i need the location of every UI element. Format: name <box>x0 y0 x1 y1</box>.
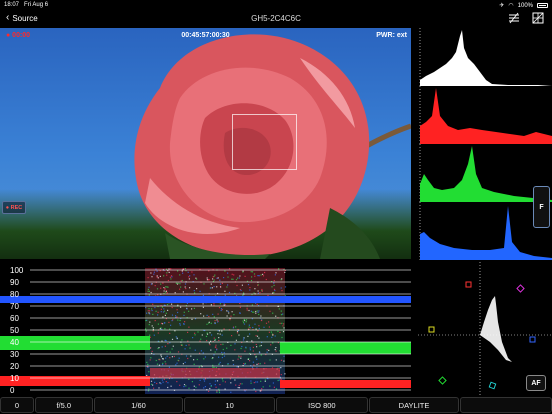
status-bar: 18:07 Fri Aug 6 ✈ ◠ 100% <box>0 0 552 10</box>
vectorscope-trace <box>480 296 512 362</box>
autofocus-button[interactable]: AF <box>526 375 546 391</box>
camera-settings-bar: 0 f/5.0 1/60 10 ISO 800 DAYLITE <box>0 396 552 414</box>
shutter-button[interactable]: 1/60 <box>93 397 184 413</box>
record-button[interactable]: ● REC <box>2 201 26 214</box>
waveform-tick-label: 40 <box>10 338 19 347</box>
rose-image <box>134 34 411 259</box>
red-histogram <box>418 86 552 144</box>
waveform-tick-label: 20 <box>10 362 19 371</box>
video-monitor[interactable]: ● 00:00 00:45:57:00:30 PWR: ext ● REC <box>0 28 411 259</box>
waveform-tick-label: 100 <box>10 266 24 275</box>
scope-settings-icon[interactable] <box>508 12 520 24</box>
nav-bar: ‹ Source GH5-2C4C6C <box>0 10 552 27</box>
rgb-waveform: 1009080706050403020100 <box>0 264 411 396</box>
focus-tab[interactable]: F <box>533 186 550 228</box>
status-left: 18:07 Fri Aug 6 <box>4 2 48 8</box>
wifi-icon: ◠ <box>508 3 514 9</box>
airplane-icon: ✈ <box>499 3 505 9</box>
waveform-tick-label: 90 <box>10 278 19 287</box>
blue-target <box>529 336 536 343</box>
luma-histogram <box>418 28 552 86</box>
battery-icon <box>537 3 548 8</box>
green-target <box>438 376 447 385</box>
timecode: 00:45:57:00:30 <box>181 32 230 39</box>
battery-percent: 100% <box>517 2 533 9</box>
waveform-tick-label: 80 <box>10 290 19 299</box>
waveform-tick-label: 50 <box>10 326 19 335</box>
status-time: 18:07 <box>4 2 20 8</box>
magenta-target <box>516 284 525 293</box>
status-right: ✈ ◠ 100% <box>499 2 548 9</box>
waveform-tick-label: 30 <box>10 350 19 359</box>
extra-setting-button[interactable] <box>460 397 552 413</box>
green-histogram <box>418 144 552 202</box>
iso-button[interactable]: ISO 800 <box>276 397 368 413</box>
blue-histogram <box>418 202 552 260</box>
power-status: PWR: ext <box>376 32 407 39</box>
focus-target[interactable] <box>232 114 297 170</box>
white-balance-button[interactable]: DAYLITE <box>368 397 460 413</box>
aperture-button[interactable]: f/5.0 <box>34 397 93 413</box>
yellow-target <box>428 326 435 333</box>
zero-button[interactable]: 0 <box>0 397 34 413</box>
histogram-panel <box>418 28 552 261</box>
gain-button[interactable]: 10 <box>184 397 276 413</box>
waveform-tick-label: 60 <box>10 314 19 323</box>
waveform-tick-label: 0 <box>10 386 15 395</box>
layout-grid-icon[interactable] <box>532 12 544 24</box>
page-title: GH5-2C4C6C <box>251 14 301 23</box>
cyan-target <box>488 381 497 390</box>
status-date: Fri Aug 6 <box>24 2 49 8</box>
waveform-tick-label: 10 <box>10 374 19 383</box>
red-target <box>465 281 472 288</box>
waveform-tick-label: 70 <box>10 302 19 311</box>
